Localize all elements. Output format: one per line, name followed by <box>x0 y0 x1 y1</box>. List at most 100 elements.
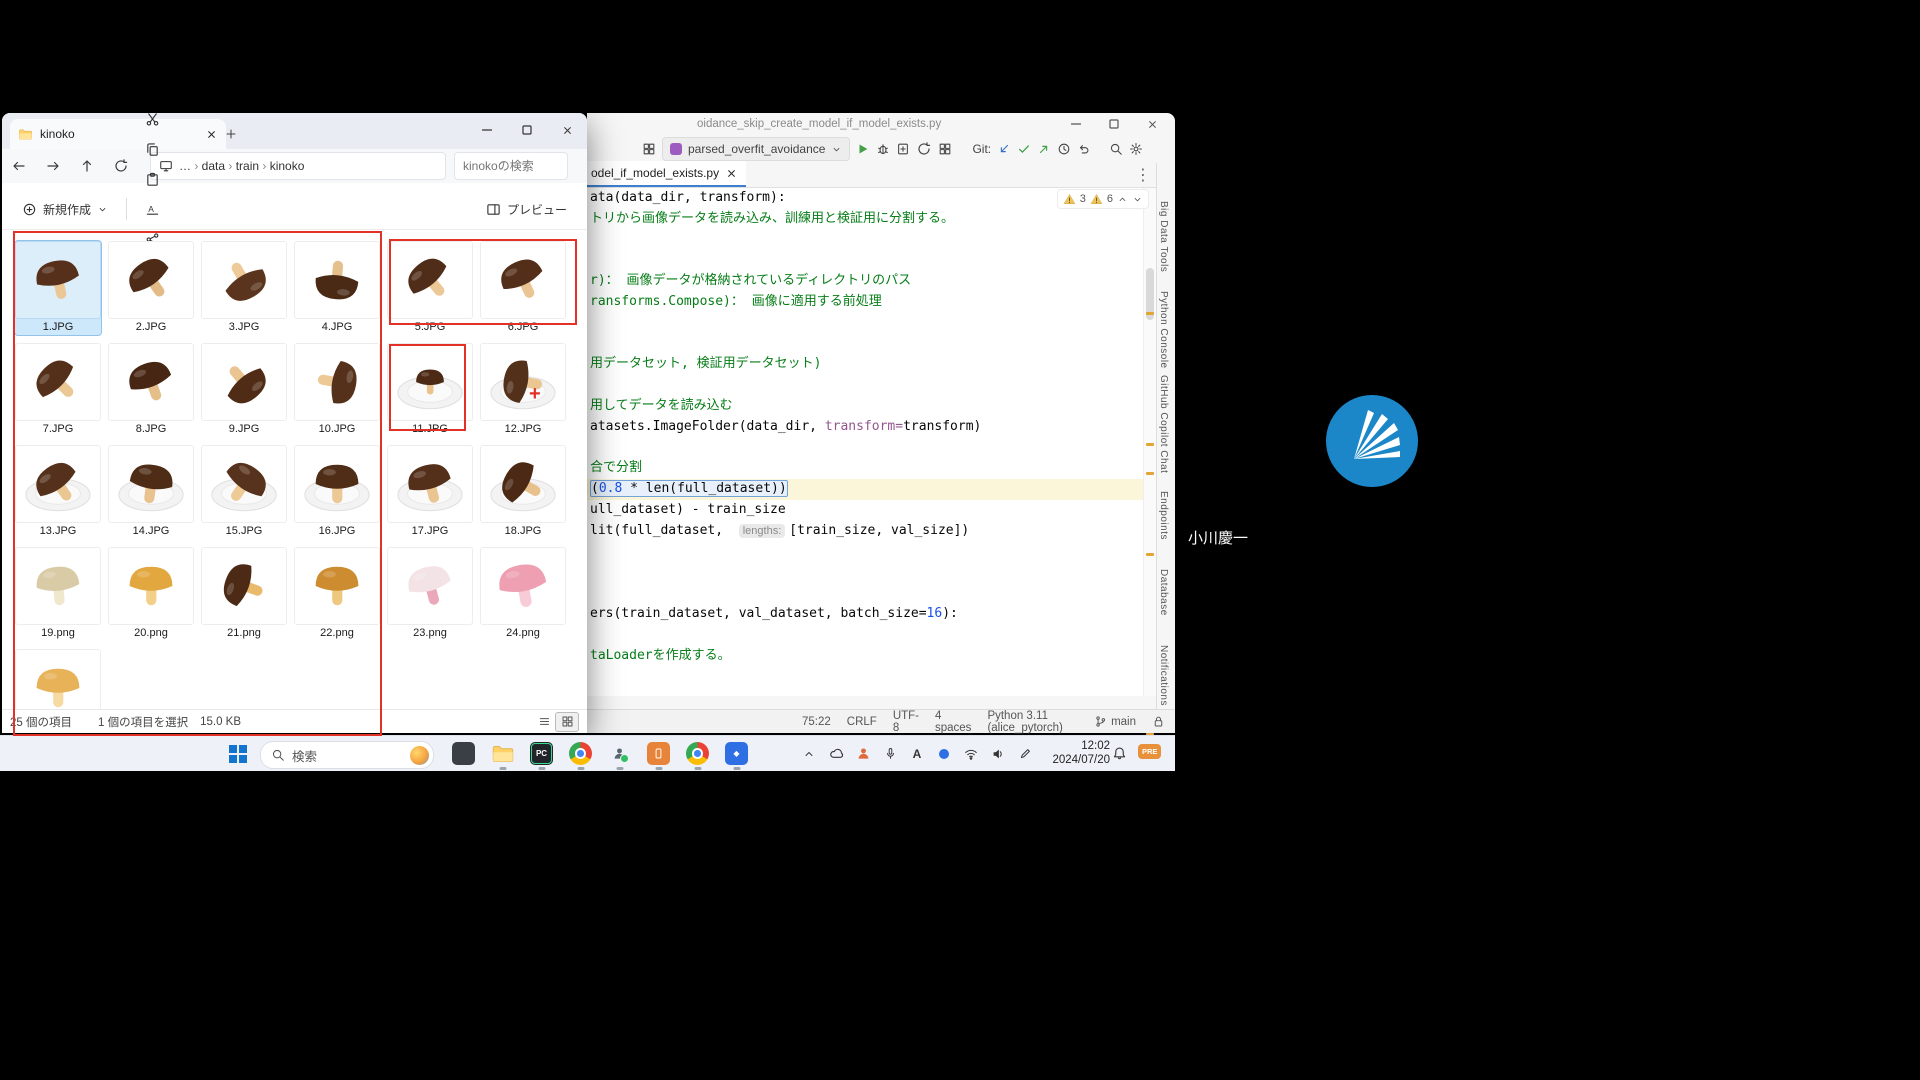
search-everywhere-button[interactable] <box>1109 142 1123 156</box>
tray-chevron-up[interactable] <box>800 748 818 760</box>
tray-blue-dot[interactable] <box>935 749 953 759</box>
file-thumbnail-7.JPG[interactable]: 7.JPG <box>14 342 102 438</box>
file-thumbnail-13.JPG[interactable]: 13.JPG <box>14 444 102 540</box>
pycharm-maximize-button[interactable] <box>1095 113 1133 135</box>
caret-position[interactable]: 75:22 <box>802 716 831 728</box>
breadcrumb-item[interactable]: … <box>179 159 191 173</box>
git-push-button[interactable] <box>1037 142 1051 156</box>
preview-button[interactable]: プレビュー <box>478 194 575 224</box>
file-thumbnail-5.JPG[interactable]: 5.JPG <box>386 240 474 336</box>
file-thumbnail-23.png[interactable]: 23.png <box>386 546 474 642</box>
debug-button[interactable] <box>876 142 890 156</box>
file-thumbnail-4.JPG[interactable]: 4.JPG <box>293 240 381 336</box>
git-update-button[interactable] <box>997 142 1011 156</box>
thumbnail-view-button[interactable] <box>555 712 579 732</box>
git-rollback-button[interactable] <box>1077 142 1091 156</box>
new-tab-button[interactable] <box>224 125 238 142</box>
forward-button[interactable] <box>36 151 70 181</box>
git-branch[interactable]: main <box>1094 715 1136 728</box>
tool-window-database[interactable]: Database <box>1158 569 1169 616</box>
taskbar-search[interactable]: 検索 <box>260 741 434 769</box>
file-thumbnail-3.JPG[interactable]: 3.JPG <box>200 240 288 336</box>
file-thumbnail-17.JPG[interactable]: 17.JPG <box>386 444 474 540</box>
tray-ime-a[interactable]: A <box>908 747 926 761</box>
taskbar-app-chrome[interactable] <box>561 738 600 769</box>
tray-cloud[interactable] <box>827 746 845 761</box>
line-ending[interactable]: CRLF <box>847 716 877 728</box>
taskbar-app-phone-link[interactable] <box>639 738 678 769</box>
explorer-tab-kinoko[interactable]: kinoko <box>10 119 226 149</box>
file-thumbnail-24.png[interactable]: 24.png <box>479 546 567 642</box>
coverage-button[interactable] <box>896 142 910 156</box>
file-thumbnail-20.png[interactable]: 20.png <box>107 546 195 642</box>
rerun-button[interactable] <box>916 141 932 157</box>
file-thumbnail-21.png[interactable]: 21.png <box>200 546 288 642</box>
close-tab-icon[interactable] <box>725 167 738 180</box>
notification-bell-button[interactable] <box>1112 745 1127 763</box>
breadcrumb-item[interactable]: data <box>202 159 225 173</box>
file-thumbnail-1.JPG[interactable]: 1.JPG <box>14 240 102 336</box>
taskbar-app-pycharm[interactable]: PC <box>522 738 561 769</box>
new-button[interactable]: 新規作成 <box>14 194 116 224</box>
file-thumbnail-10.JPG[interactable]: 10.JPG <box>293 342 381 438</box>
cut-button[interactable] <box>137 104 168 134</box>
copy-button[interactable] <box>137 134 168 164</box>
taskbar-app-file-explorer[interactable] <box>483 738 522 769</box>
git-history-button[interactable] <box>1057 142 1071 156</box>
tray-pen[interactable] <box>1016 747 1034 760</box>
file-thumbnail-18.JPG[interactable]: 18.JPG <box>479 444 567 540</box>
taskbar-app-app-blue[interactable]: ◆ <box>717 738 756 769</box>
services-button[interactable] <box>938 142 952 156</box>
code-editor[interactable]: ata(data_dir, transform):トリから画像データを読み込み、… <box>587 188 1143 696</box>
refresh-button[interactable] <box>104 151 138 181</box>
pycharm-close-button[interactable] <box>1133 113 1171 135</box>
file-thumbnail-15.JPG[interactable]: 15.JPG <box>200 444 288 540</box>
tray-wifi[interactable] <box>962 747 980 761</box>
error-stripe[interactable] <box>1143 188 1157 696</box>
git-commit-button[interactable] <box>1017 142 1031 156</box>
taskbar-app-contacts[interactable] <box>600 738 639 769</box>
breadcrumb-item[interactable]: kinoko <box>270 159 305 173</box>
tool-window-big-data-tools[interactable]: Big Data Tools <box>1158 201 1169 272</box>
file-thumbnail[interactable] <box>14 648 102 710</box>
run-configuration-select[interactable]: parsed_overfit_avoidance <box>662 137 850 161</box>
inspections-widget[interactable]: 3 6 <box>1057 189 1149 209</box>
maximize-button[interactable] <box>507 113 547 147</box>
paste-button[interactable] <box>137 164 168 194</box>
file-thumbnail-22.png[interactable]: 22.png <box>293 546 381 642</box>
file-thumbnail-11.JPG[interactable]: 11.JPG <box>386 342 474 438</box>
indent-setting[interactable]: 4 spaces <box>935 710 971 734</box>
breadcrumb-item[interactable]: train <box>236 159 259 173</box>
tool-window-endpoints[interactable]: Endpoints <box>1158 491 1169 540</box>
breadcrumb[interactable]: … › data › train › kinoko <box>150 152 446 180</box>
tab-options-button[interactable]: ⋮ <box>1135 165 1151 185</box>
up-button[interactable] <box>70 151 104 181</box>
file-thumbnail-12.JPG[interactable]: 12.JPG <box>479 342 567 438</box>
prev-issue-icon[interactable] <box>1117 194 1128 205</box>
taskbar-app-app-dark[interactable] <box>444 738 483 769</box>
next-issue-icon[interactable] <box>1132 194 1143 205</box>
settings-button[interactable] <box>1129 142 1143 156</box>
close-button[interactable] <box>547 113 587 147</box>
file-thumbnail-6.JPG[interactable]: 6.JPG <box>479 240 567 336</box>
file-thumbnail-16.JPG[interactable]: 16.JPG <box>293 444 381 540</box>
rename-button[interactable]: A <box>137 194 168 224</box>
taskbar-clock[interactable]: 12:02 2024/07/20 <box>1048 739 1110 767</box>
back-button[interactable] <box>2 151 36 181</box>
close-tab-icon[interactable] <box>205 128 218 141</box>
tray-mic[interactable] <box>881 747 899 760</box>
editor-tab[interactable]: odel_if_model_exists.py <box>587 161 746 187</box>
file-thumbnail-19.png[interactable]: 19.png <box>14 546 102 642</box>
tray-person-orange[interactable] <box>854 746 872 761</box>
file-thumbnail-8.JPG[interactable]: 8.JPG <box>107 342 195 438</box>
taskbar-app-browser[interactable] <box>678 738 717 769</box>
tray-volume[interactable] <box>989 747 1007 761</box>
tool-window-github-copilot-chat[interactable]: GitHub Copilot Chat <box>1158 375 1169 473</box>
file-encoding[interactable]: UTF-8 <box>893 710 919 734</box>
file-thumbnail-9.JPG[interactable]: 9.JPG <box>200 342 288 438</box>
python-interpreter[interactable]: Python 3.11 (alice_pytorch) <box>987 710 1078 734</box>
pycharm-minimize-button[interactable] <box>1057 113 1095 135</box>
start-button[interactable] <box>222 742 254 766</box>
minimize-button[interactable] <box>467 113 507 147</box>
explorer-search-box[interactable] <box>454 152 568 180</box>
